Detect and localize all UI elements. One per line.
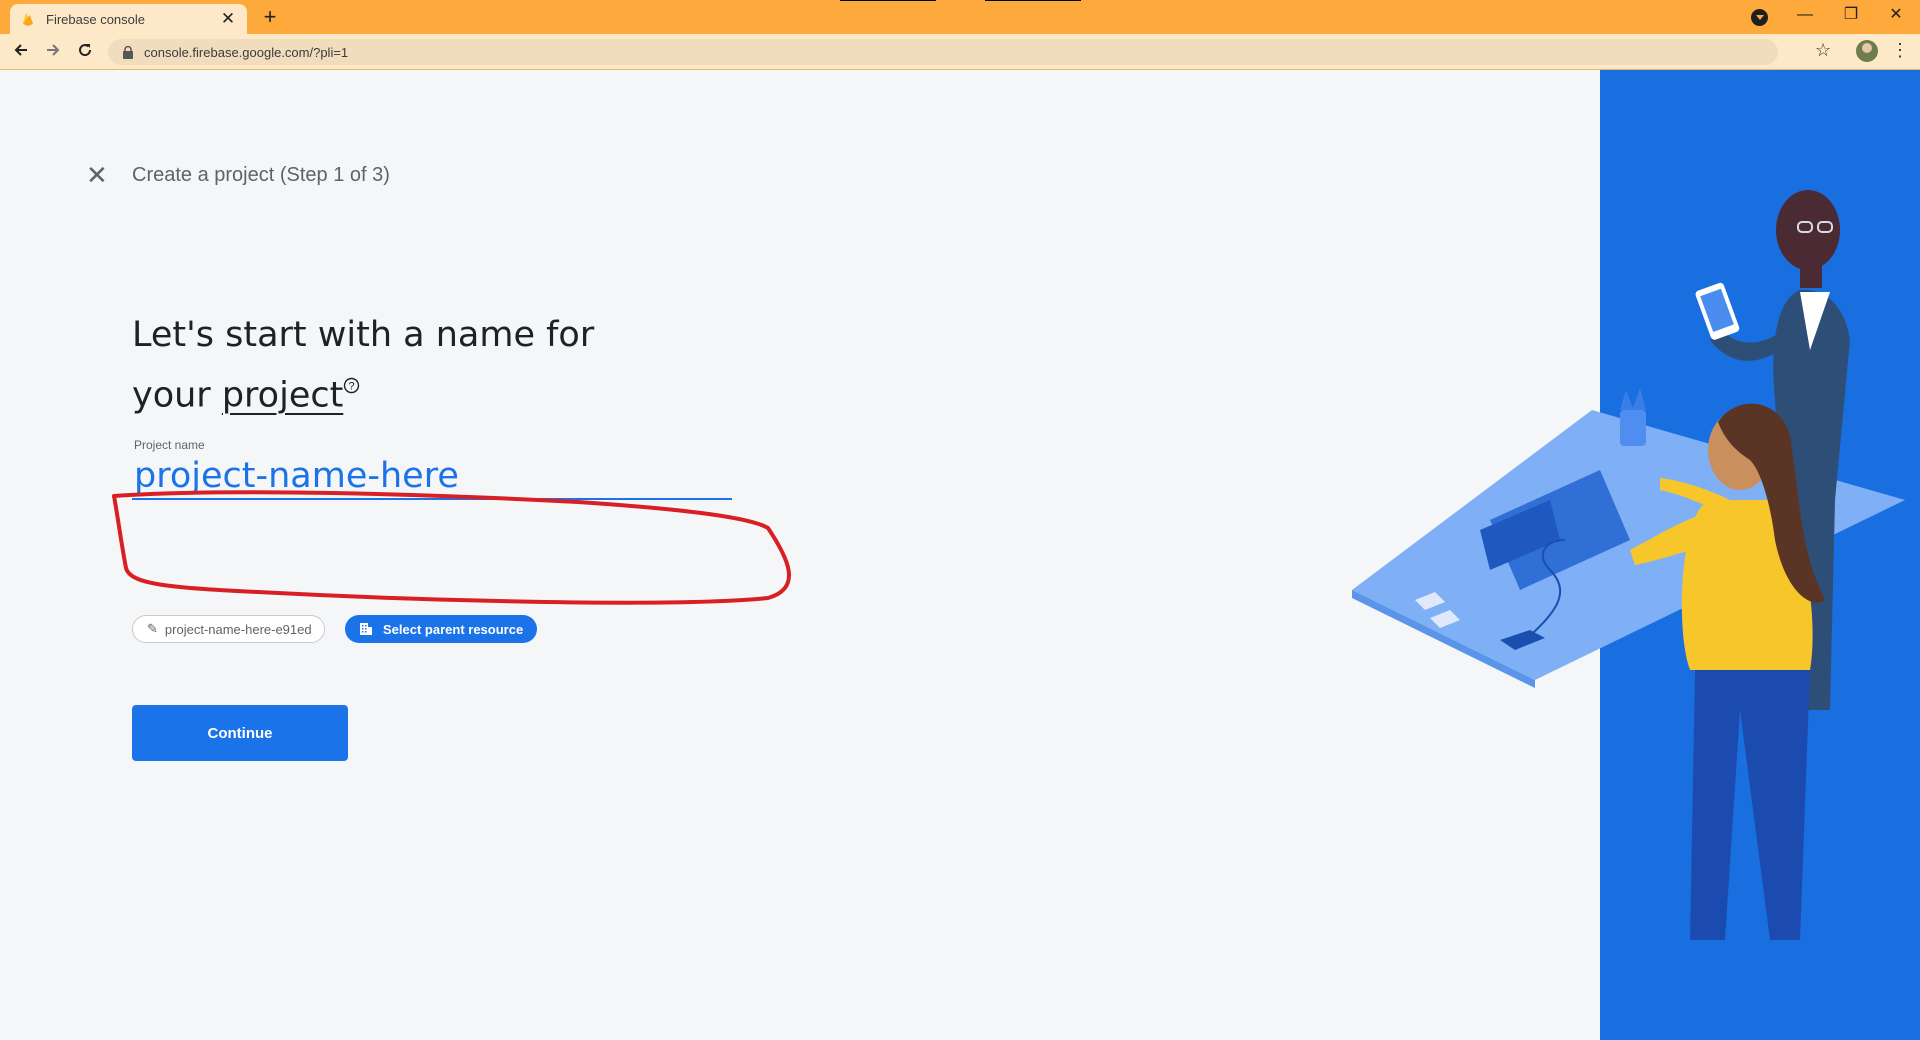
star-icon[interactable]: ☆ xyxy=(1815,40,1831,61)
select-parent-resource-label: Select parent resource xyxy=(383,621,524,637)
firebase-flame-icon xyxy=(23,13,33,26)
restore-button[interactable]: ❐ xyxy=(1828,2,1874,28)
new-tab-button[interactable]: + xyxy=(258,4,282,30)
heading-your: your xyxy=(132,375,211,416)
red-annotation-outline xyxy=(112,490,791,605)
tab-title: Firebase console xyxy=(46,11,145,27)
more-vert-icon[interactable]: ⋮ xyxy=(1891,40,1909,61)
close-icon[interactable]: ✕ xyxy=(86,162,108,188)
help-icon[interactable]: ? xyxy=(343,377,360,399)
profile-avatar[interactable] xyxy=(1856,40,1878,62)
reload-icon[interactable] xyxy=(72,40,98,64)
titlebar-divider xyxy=(985,0,1081,1)
titlebar-divider xyxy=(840,0,936,1)
project-name-label: Project name xyxy=(134,438,205,452)
browser-tab[interactable]: Firebase console ✕ xyxy=(10,4,247,34)
address-bar[interactable]: console.firebase.google.com/?pli=1 xyxy=(108,39,1778,65)
back-arrow-icon[interactable] xyxy=(8,40,34,64)
heading-line-1: Let's start with a name for xyxy=(132,315,595,355)
select-parent-resource-button[interactable]: Select parent resource xyxy=(345,615,538,643)
lock-icon xyxy=(123,45,133,59)
project-term-link[interactable]: project xyxy=(222,376,343,416)
project-id-chip[interactable]: ✎ project-name-here-e91ed xyxy=(132,615,325,643)
heading-line-2: your project? xyxy=(132,362,732,423)
page-heading: Let's start with a name for your project… xyxy=(132,308,732,423)
people-at-desk-illustration xyxy=(1352,70,1920,1040)
svg-text:?: ? xyxy=(349,381,355,393)
browser-titlebar: Firebase console ✕ + — ❐ ✕ xyxy=(0,0,1920,34)
forward-arrow-icon[interactable] xyxy=(40,40,66,64)
minimize-button[interactable]: — xyxy=(1782,2,1828,28)
profile-menu-icon[interactable] xyxy=(1751,9,1768,26)
continue-button[interactable]: Continue xyxy=(132,705,348,761)
browser-toolbar: console.firebase.google.com/?pli=1 ☆ ⋮ xyxy=(0,34,1920,70)
close-window-button[interactable]: ✕ xyxy=(1873,2,1919,28)
pencil-icon: ✎ xyxy=(147,621,158,636)
project-id-text: project-name-here-e91ed xyxy=(164,621,312,637)
building-icon xyxy=(360,623,372,635)
tab-close-icon[interactable]: ✕ xyxy=(219,9,237,29)
step-title: Create a project (Step 1 of 3) xyxy=(132,164,390,186)
url-text: console.firebase.google.com/?pli=1 xyxy=(144,44,349,60)
create-project-page: ✕ Create a project (Step 1 of 3) Let's s… xyxy=(0,70,1920,1040)
